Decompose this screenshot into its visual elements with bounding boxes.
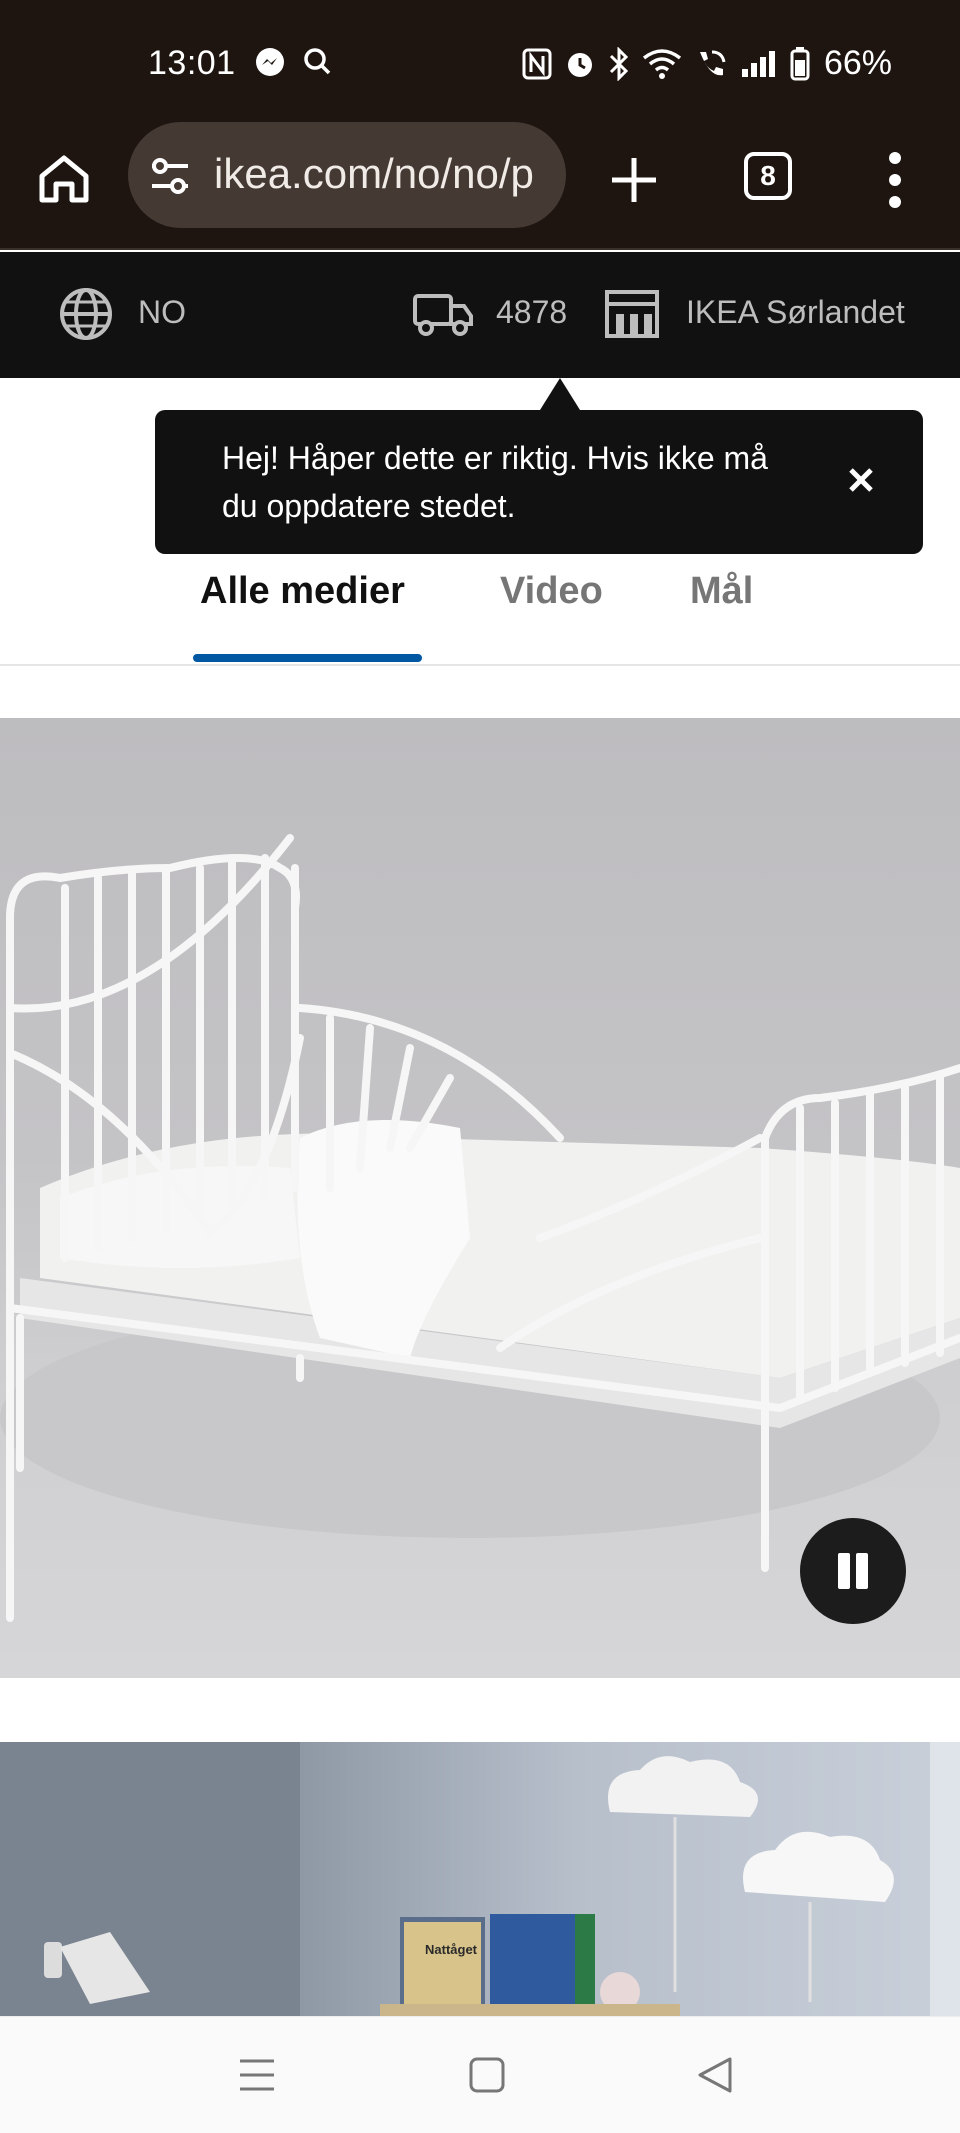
cloud-lamp-2	[743, 1831, 894, 2002]
address-bar[interactable]: ikea.com/no/no/p	[128, 122, 566, 228]
pause-icon-bar-right	[856, 1553, 868, 1589]
cloud-lamp-1	[608, 1756, 758, 1992]
books-shelf	[380, 1914, 680, 2016]
status-time: 13:01	[148, 44, 236, 82]
delivery-truck-icon[interactable]	[412, 290, 474, 338]
wifi-icon	[642, 48, 682, 79]
tab-video[interactable]: Video	[500, 570, 603, 613]
home-icon[interactable]	[36, 150, 92, 206]
home-nav-icon[interactable]	[468, 2055, 506, 2095]
pause-button[interactable]	[800, 1518, 906, 1624]
system-navigation-bar	[0, 2016, 960, 2133]
tab-dimensions[interactable]: Mål	[690, 570, 753, 613]
tab-all-media[interactable]: Alle medier	[200, 570, 405, 613]
media-tabs: Alle medier Video Mål	[0, 560, 960, 666]
book-title-1: Nattåget	[425, 1942, 478, 1957]
site-settings-icon[interactable]	[148, 156, 192, 196]
store-icon[interactable]	[604, 288, 660, 340]
bluetooth-icon	[609, 46, 629, 81]
back-icon[interactable]	[696, 2055, 734, 2095]
signal-icon	[741, 50, 775, 77]
product-image-room[interactable]: Nattåget	[0, 1742, 960, 2016]
active-tab-indicator	[193, 654, 422, 662]
status-bar: 13:01 66%	[0, 0, 960, 122]
battery-icon	[790, 46, 810, 80]
url-text[interactable]: ikea.com/no/no/p	[214, 150, 554, 198]
close-icon[interactable]	[841, 460, 881, 500]
messenger-icon	[256, 48, 284, 76]
wifi-call-icon	[699, 50, 726, 75]
room-illustration	[0, 1742, 960, 2016]
tooltip-message: Hej! Håper dette er riktig. Hvis ikke må…	[222, 440, 768, 524]
alarm-icon	[567, 52, 592, 77]
status-system-icons: 66%	[522, 44, 892, 83]
globe-icon[interactable]	[58, 286, 114, 342]
browser-toolbar: ikea.com/no/no/p 8	[0, 122, 960, 250]
status-notification-icons	[254, 46, 332, 78]
location-tooltip: Hej! Håper dette er riktig. Hvis ikke må…	[155, 410, 923, 554]
new-tab-icon[interactable]	[606, 152, 662, 208]
tab-count: 8	[760, 160, 776, 191]
language-selector[interactable]: NO	[138, 294, 186, 331]
store-name[interactable]: IKEA Sørlandet	[686, 294, 905, 331]
tooltip-arrow	[540, 378, 580, 410]
postal-code[interactable]: 4878	[496, 294, 567, 331]
battery-percent: 66%	[823, 44, 892, 82]
tab-switcher-button[interactable]: 8	[744, 152, 792, 200]
nfc-icon	[522, 48, 552, 79]
overflow-menu-icon[interactable]	[878, 150, 912, 210]
search-icon	[304, 48, 331, 75]
recent-apps-icon[interactable]	[238, 2055, 276, 2095]
pause-icon-bar-left	[838, 1553, 850, 1589]
ikea-location-strip: NO 4878 IKEA Sørlandet	[0, 252, 960, 378]
